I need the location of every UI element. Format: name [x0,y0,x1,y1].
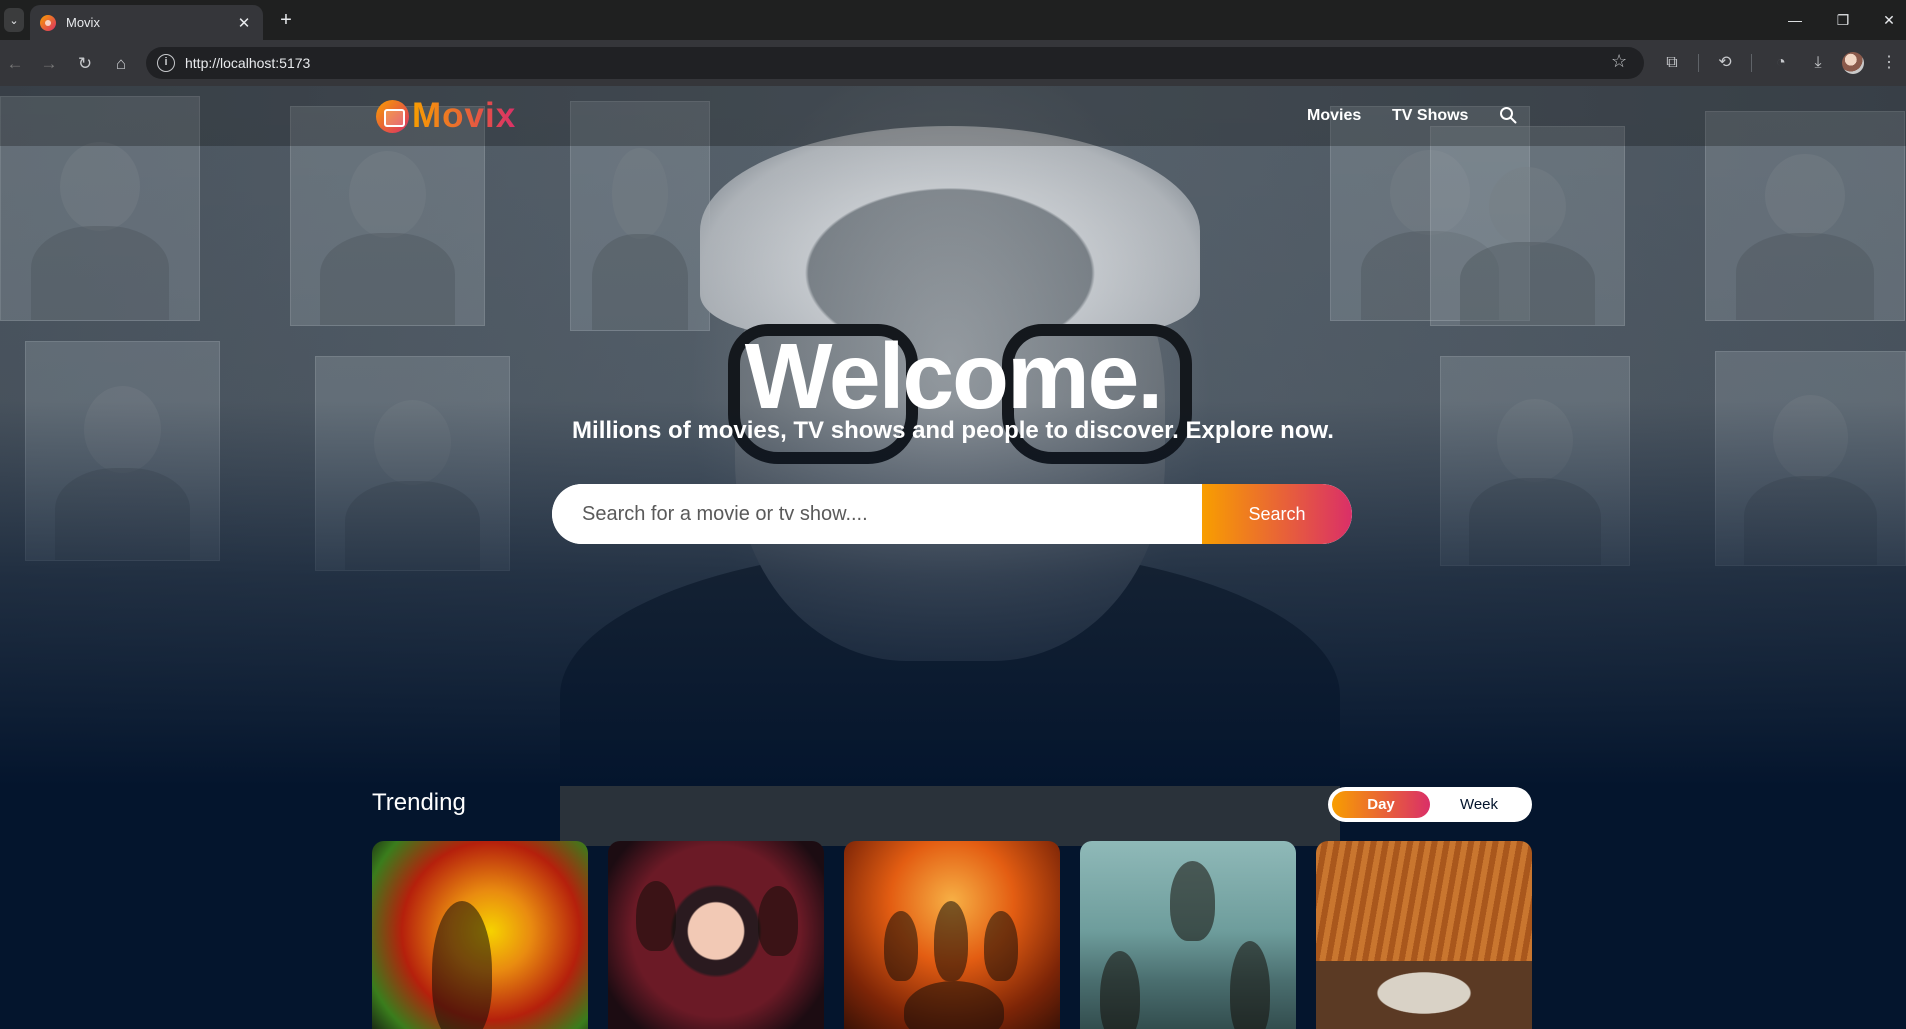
movie-card[interactable] [608,841,824,1029]
movie-poster [372,841,588,1029]
movie-poster [608,841,824,1029]
new-tab-button[interactable]: + [274,8,298,32]
back-button[interactable]: ← [2,51,28,77]
movie-poster [1080,841,1296,1029]
switch-option-week[interactable]: Week [1430,791,1528,818]
switch-option-day[interactable]: Day [1332,791,1430,818]
profile-avatar[interactable] [1842,52,1864,74]
movie-card[interactable] [1316,841,1532,1029]
tab-title: Movix [66,15,100,30]
restore-button[interactable]: ❐ [1828,8,1858,32]
extensions-icon[interactable]: ⧉ [1660,51,1684,75]
history-icon[interactable]: ⟲ [1713,51,1737,75]
nav-tv-shows[interactable]: TV Shows [1392,107,1468,125]
browser-tab[interactable]: Movix ✕ [30,5,263,40]
download-icon[interactable]: ⤓ [1806,51,1830,75]
tab-favicon-icon [40,14,56,31]
reload-button[interactable]: ↻ [72,51,98,77]
star-icon[interactable]: ☆ [1611,51,1627,72]
menu-icon[interactable]: ⋮ [1877,51,1901,75]
tab-list-button[interactable]: ⌄ [4,8,24,32]
site-header: Movix Movies TV Shows [0,86,1906,146]
movie-card[interactable] [844,841,1060,1029]
logo-text: Movix [412,96,517,135]
address-bar[interactable] [146,47,1644,79]
tab-close-icon[interactable]: ✕ [235,14,253,32]
logo-icon [376,99,409,133]
toolbar-divider [1698,54,1699,72]
site-info-icon[interactable]: i [157,54,175,72]
trending-title: Trending [372,789,466,816]
movie-card[interactable] [1080,841,1296,1029]
page-viewport: Movix Movies TV Shows Welcome. Millions … [0,86,1906,1029]
site-logo[interactable]: Movix [376,96,516,136]
home-button[interactable]: ⌂ [108,51,134,77]
forward-button[interactable]: → [36,51,62,77]
performance-icon[interactable]: ◔ [1769,51,1793,75]
search-icon[interactable] [1499,106,1517,124]
toolbar-divider [1751,54,1752,72]
hero-title: Welcome. [744,324,1163,428]
movie-card[interactable] [372,841,588,1029]
nav-movies[interactable]: Movies [1307,107,1361,125]
close-window-button[interactable]: ✕ [1874,8,1904,32]
trending-switch: Day Week [1328,787,1532,822]
hero-subtitle: Millions of movies, TV shows and people … [572,417,1334,444]
hero-search-bar: Search [552,484,1352,544]
movie-poster [844,841,1060,1029]
address-url[interactable]: http://localhost:5173 [185,55,310,71]
movie-poster [1316,841,1532,1029]
hero-search-button[interactable]: Search [1202,484,1352,544]
browser-tab-bar: ⌄ Movix ✕ + — ❐ ✕ [0,0,1906,40]
hero-search-input[interactable] [552,484,1202,544]
minimize-button[interactable]: — [1780,8,1810,32]
